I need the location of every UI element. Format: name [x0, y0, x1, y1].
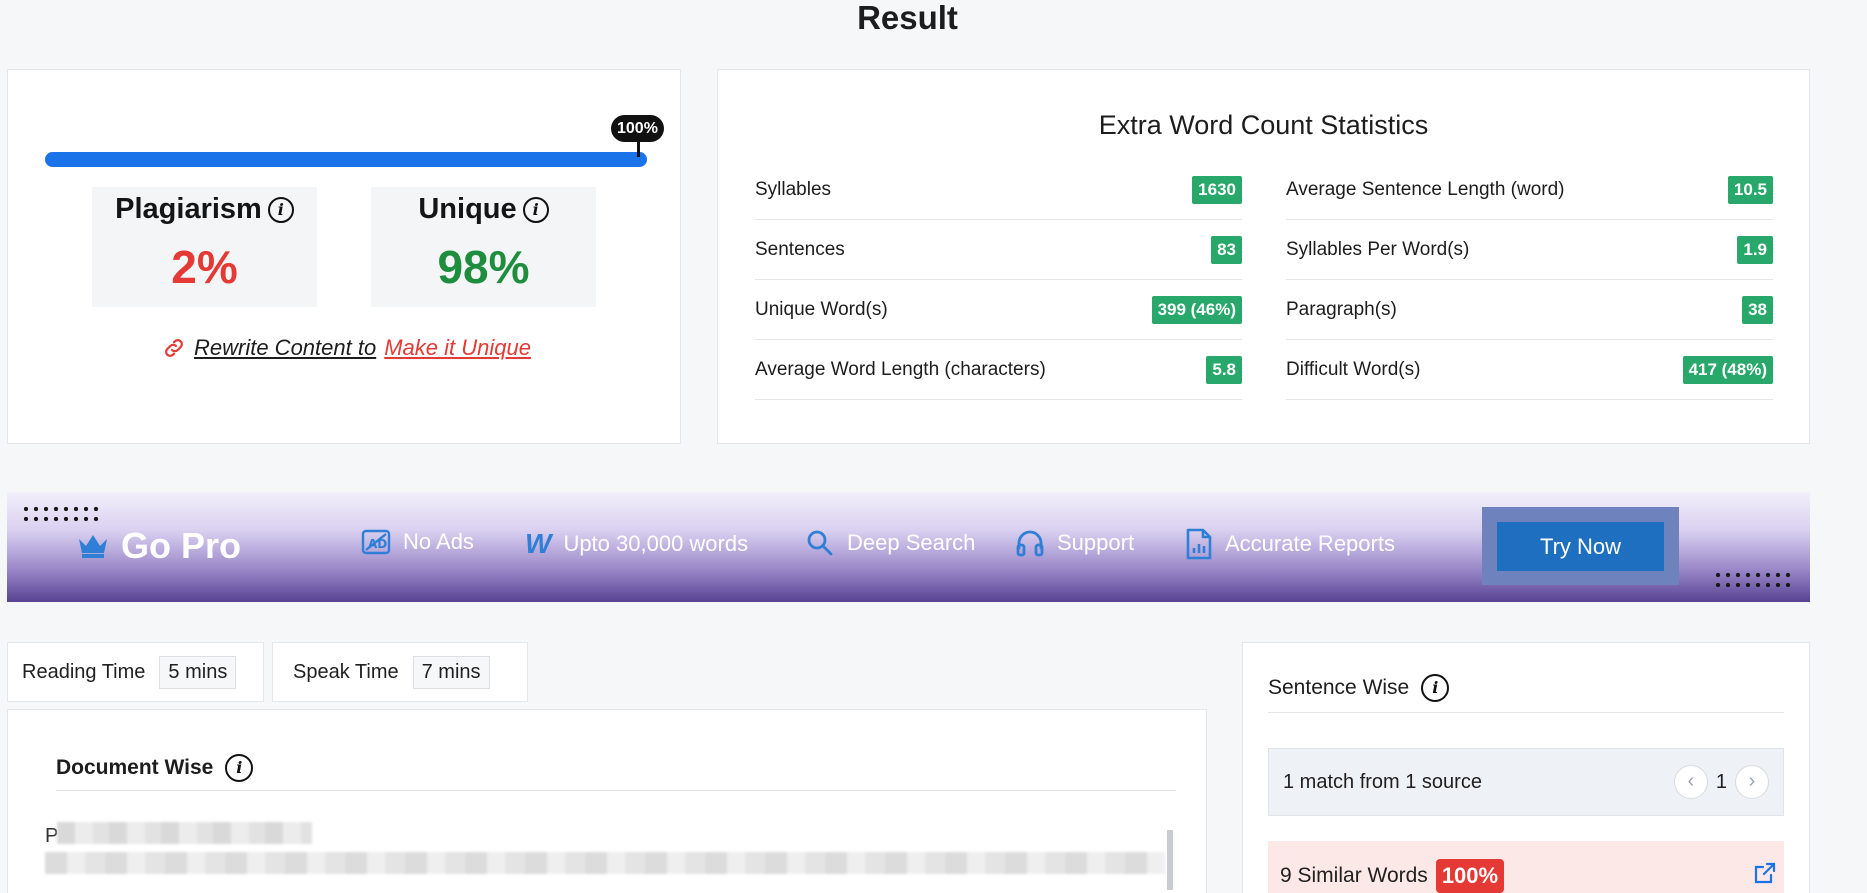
sentence-wise-card: Sentence Wise i 1 match from 1 source ‹ …	[1242, 642, 1810, 893]
go-pro-banner: Go Pro AD No Ads W Upto 30,000 words Dee…	[7, 492, 1810, 602]
redacted-text	[45, 852, 1165, 874]
stat-row: Difficult Word(s) 417 (48%)	[1286, 340, 1773, 400]
speak-time-value: 7 mins	[412, 655, 490, 689]
plagiarism-box: Plagiarism i 2%	[92, 187, 317, 307]
make-unique-link[interactable]: Make it Unique	[384, 335, 531, 361]
document-wise-title: Document Wise	[56, 756, 214, 779]
stat-row: Syllables 1630	[755, 160, 1242, 220]
stat-label: Sentences	[755, 238, 845, 260]
speak-time-label: Speak Time	[293, 660, 399, 683]
progress-fill	[45, 152, 647, 167]
info-icon[interactable]: i	[225, 754, 254, 782]
search-icon	[807, 530, 833, 556]
feature-deep-search: Deep Search	[805, 528, 975, 558]
stat-badge: 1.9	[1737, 235, 1773, 264]
similar-percent-badge: 100%	[1435, 859, 1505, 893]
reading-time-tab: Reading Time 5 mins	[7, 642, 264, 702]
stat-row: Paragraph(s) 38	[1286, 280, 1773, 340]
try-now-button[interactable]: Try Now	[1497, 522, 1664, 571]
unique-label: Unique	[418, 193, 517, 225]
headphones-icon	[1016, 530, 1044, 557]
pager: ‹ 1 ›	[1673, 765, 1769, 799]
rewrite-link[interactable]: Rewrite Content to Make it Unique	[162, 335, 531, 361]
reading-time-label: Reading Time	[22, 660, 146, 683]
info-icon[interactable]: i	[267, 196, 294, 223]
stat-badge: 10.5	[1727, 175, 1773, 204]
stat-label: Paragraph(s)	[1286, 298, 1397, 320]
decor-dots	[1713, 570, 1795, 590]
rewrite-text[interactable]: Rewrite Content to	[194, 335, 376, 361]
stat-label: Syllables	[755, 178, 832, 200]
feature-no-ads: AD No Ads	[361, 528, 474, 556]
reading-time-value: 5 mins	[159, 655, 237, 689]
stat-badge: 83	[1211, 235, 1242, 264]
page-number: 1	[1715, 770, 1727, 793]
stat-label: Syllables Per Word(s)	[1286, 238, 1470, 260]
info-icon[interactable]: i	[522, 196, 549, 223]
document-wise-header: Document Wise i	[56, 746, 1176, 791]
stat-label: Difficult Word(s)	[1286, 358, 1421, 380]
speak-time-tab: Speak Time 7 mins	[272, 642, 528, 702]
stat-badge: 38	[1742, 295, 1773, 324]
stat-row: Syllables Per Word(s) 1.9	[1286, 220, 1773, 280]
crown-icon	[79, 535, 107, 558]
redacted-text	[57, 822, 312, 844]
stat-label: Average Word Length (characters)	[755, 358, 1046, 380]
sentence-wise-header: Sentence Wise i	[1268, 663, 1784, 713]
sentence-wise-title: Sentence Wise	[1268, 675, 1410, 699]
stat-badge: 1630	[1192, 175, 1242, 204]
match-text: 1 match from 1 source	[1283, 770, 1482, 793]
stat-badge: 5.8	[1206, 355, 1242, 384]
stat-badge: 399 (46%)	[1151, 295, 1242, 324]
score-card: 100% Plagiarism i 2% Unique i 98% Rewrit…	[7, 69, 681, 444]
stat-row: Average Sentence Length (word) 10.5	[1286, 160, 1773, 220]
feature-reports: Accurate Reports	[1185, 528, 1395, 560]
stat-row: Average Word Length (characters) 5.8	[755, 340, 1242, 400]
page-title: Result	[857, 0, 958, 36]
similar-words-text: 9 Similar Words	[1280, 864, 1428, 887]
stat-badge: 417 (48%)	[1682, 355, 1773, 384]
stats-card: Extra Word Count Statistics Syllables 16…	[717, 69, 1810, 444]
plagiarism-label: Plagiarism	[115, 193, 262, 225]
link-icon	[165, 339, 183, 357]
chevron-right-icon[interactable]: ›	[1735, 765, 1769, 799]
document-wise-card: Document Wise i P	[7, 709, 1207, 893]
word-w-icon: W	[525, 528, 552, 559]
report-icon	[1186, 528, 1212, 560]
stat-row: Unique Word(s) 399 (46%)	[755, 280, 1242, 340]
stat-row: Sentences 83	[755, 220, 1242, 280]
scrollbar[interactable]	[1167, 830, 1173, 890]
similar-words-bar[interactable]: 9 Similar Words 100%	[1268, 841, 1784, 893]
unique-value: 98%	[437, 241, 530, 293]
feature-support: Support	[1015, 528, 1134, 558]
no-ads-icon: AD	[361, 529, 391, 555]
stat-label: Average Sentence Length (word)	[1286, 178, 1565, 200]
svg-text:AD: AD	[368, 537, 387, 551]
progress-label: 100%	[611, 115, 664, 142]
go-pro-title: Go Pro	[77, 525, 241, 567]
info-icon[interactable]: i	[1421, 673, 1450, 702]
unique-box: Unique i 98%	[371, 187, 596, 307]
chevron-left-icon[interactable]: ‹	[1673, 765, 1708, 799]
match-summary: 1 match from 1 source ‹ 1 ›	[1268, 748, 1784, 816]
external-link-icon[interactable]	[1753, 861, 1777, 885]
plagiarism-value: 2%	[171, 241, 238, 293]
feature-word-limit: W Upto 30,000 words	[525, 528, 749, 559]
decor-dots	[21, 504, 103, 524]
stats-title: Extra Word Count Statistics	[1098, 110, 1429, 140]
stat-label: Unique Word(s)	[755, 298, 888, 320]
progress-track	[45, 152, 647, 167]
